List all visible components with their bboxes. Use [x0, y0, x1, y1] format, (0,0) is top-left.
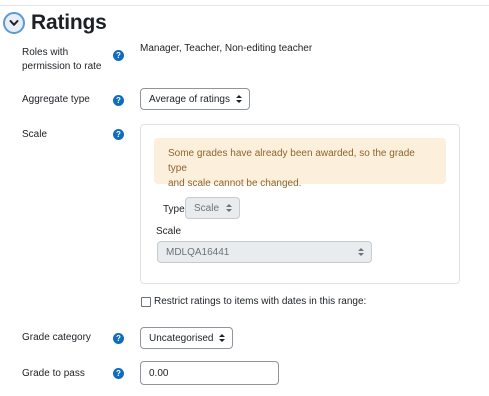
- grade-to-pass-value: 0.00: [149, 367, 169, 379]
- grade-category-value: Uncategorised: [149, 332, 214, 344]
- chevron-down-icon: [9, 20, 19, 26]
- roles-label: Roles with permission to rate: [22, 46, 101, 74]
- grade-category-label: Grade category: [22, 332, 91, 343]
- restrict-ratings-checkbox[interactable]: [141, 297, 151, 307]
- select-arrows-icon: [358, 248, 364, 256]
- scale-select-value: MDLQA16441: [166, 246, 230, 258]
- grade-to-pass-label: Grade to pass: [22, 368, 85, 379]
- grade-to-pass-input[interactable]: 0.00: [140, 361, 279, 385]
- type-label: Type: [163, 204, 185, 215]
- section-title: Ratings: [31, 11, 107, 34]
- warning-line2: and scale cannot be changed.: [168, 178, 302, 189]
- select-arrows-icon: [219, 334, 225, 342]
- scale-label: Scale: [22, 129, 48, 140]
- grades-awarded-warning: Some grades have already been awarded, s…: [154, 138, 446, 189]
- roles-help-icon[interactable]: ?: [113, 50, 124, 61]
- grade-category-select[interactable]: Uncategorised: [140, 327, 233, 349]
- grade-category-help-icon[interactable]: ?: [113, 333, 124, 344]
- scale-sub-label: Scale: [156, 226, 182, 237]
- roles-label-line2: permission to rate: [22, 61, 102, 72]
- scale-select: MDLQA16441: [157, 241, 372, 263]
- top-divider: [0, 5, 489, 6]
- select-arrows-icon: [236, 95, 242, 103]
- restrict-ratings-label: Restrict ratings to items with dates in …: [154, 296, 367, 307]
- scale-panel: Some grades have already been awarded, s…: [140, 124, 460, 284]
- type-select: Scale: [185, 197, 240, 219]
- aggregate-type-select[interactable]: Average of ratings: [140, 88, 250, 110]
- select-arrows-icon: [226, 204, 232, 212]
- collapse-toggle-button[interactable]: [3, 12, 25, 34]
- aggregate-help-icon[interactable]: ?: [113, 95, 124, 106]
- grade-to-pass-help-icon[interactable]: ?: [113, 368, 124, 379]
- aggregate-type-value: Average of ratings: [149, 93, 230, 105]
- ratings-section-header: Ratings: [3, 11, 107, 35]
- roles-value: Manager, Teacher, Non-editing teacher: [140, 43, 313, 54]
- warning-line1: Some grades have already been awarded, s…: [168, 148, 415, 174]
- roles-label-line1: Roles with: [22, 47, 69, 58]
- aggregate-type-label: Aggregate type: [22, 94, 90, 105]
- scale-help-icon[interactable]: ?: [113, 129, 124, 140]
- type-select-value: Scale: [194, 202, 220, 214]
